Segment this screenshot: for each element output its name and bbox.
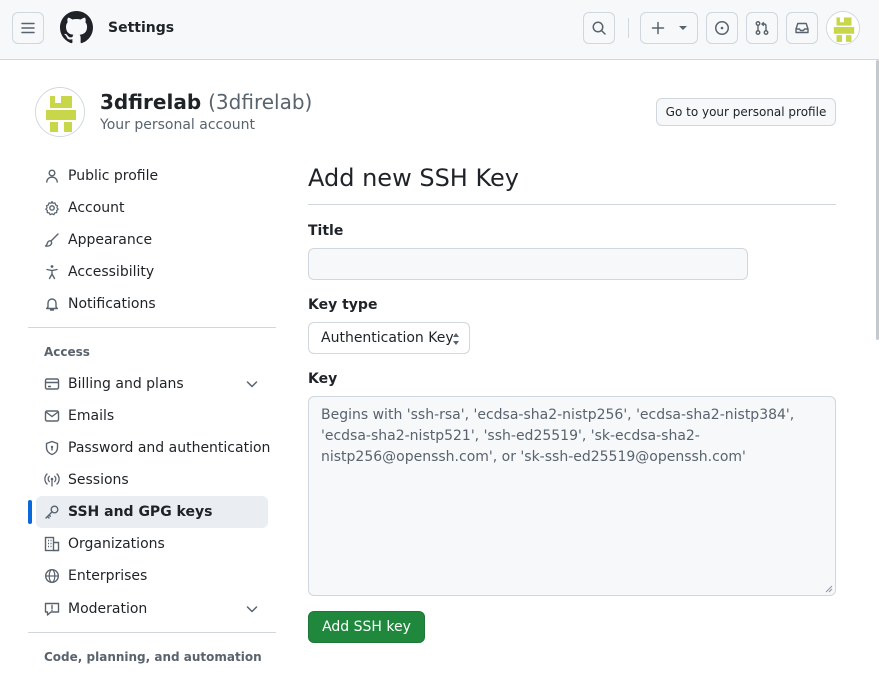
sidebar-item-label: Password and authentication xyxy=(68,440,271,456)
title-label: Title xyxy=(308,223,344,239)
sidebar-item-public-profile[interactable]: Public profile xyxy=(36,160,268,192)
sidebar-item-label: Emails xyxy=(68,408,115,424)
app-header: Settings xyxy=(0,0,879,60)
key-type-select[interactable]: Authentication Key xyxy=(308,322,470,354)
page-title: Add new SSH Key xyxy=(308,164,519,192)
search-button[interactable] xyxy=(583,12,615,44)
sidebar-heading-access: Access xyxy=(44,345,90,359)
sidebar-item-label: Accessibility xyxy=(68,264,155,280)
select-arrows-icon xyxy=(453,333,459,345)
broadcast-icon xyxy=(44,472,60,488)
plus-icon xyxy=(651,21,665,35)
mail-icon xyxy=(44,408,60,424)
gear-icon xyxy=(44,200,60,216)
sidebar-item-appearance[interactable]: Appearance xyxy=(36,224,268,256)
accessibility-icon xyxy=(44,264,60,280)
person-icon xyxy=(44,168,60,184)
pull-requests-button[interactable] xyxy=(746,12,778,44)
sidebar-item-label: Organizations xyxy=(68,536,165,552)
shield-lock-icon xyxy=(44,440,60,456)
chevron-down-icon xyxy=(246,606,258,613)
sidebar-item-ssh-gpg-keys[interactable]: SSH and GPG keys xyxy=(36,496,268,528)
sidebar-divider xyxy=(28,632,276,633)
sidebar-item-label: Notifications xyxy=(68,296,156,312)
globe-icon xyxy=(44,568,60,584)
key-label: Key xyxy=(308,371,338,387)
sidebar-divider xyxy=(28,327,276,328)
chevron-down-icon xyxy=(246,381,258,388)
active-indicator xyxy=(28,500,32,524)
report-icon xyxy=(44,601,60,617)
sidebar-item-label: Moderation xyxy=(68,601,148,617)
sidebar-heading-code: Code, planning, and automation xyxy=(44,650,262,664)
sidebar-item-label: Account xyxy=(68,200,125,216)
resize-handle-icon[interactable] xyxy=(825,585,833,593)
title-input[interactable] xyxy=(308,248,748,280)
key-textarea[interactable]: Begins with 'ssh-rsa', 'ecdsa-sha2-nistp… xyxy=(308,396,836,596)
create-new-button[interactable] xyxy=(640,12,698,44)
account-display-name[interactable]: 3dfirelab xyxy=(100,90,201,114)
hamburger-icon xyxy=(21,22,35,34)
account-name: 3dfirelab (3dfirelab) xyxy=(100,89,312,115)
sidebar-item-label: Sessions xyxy=(68,472,129,488)
sidebar-item-sessions[interactable]: Sessions xyxy=(36,464,268,496)
title-divider xyxy=(308,204,836,205)
sidebar-item-billing[interactable]: Billing and plans xyxy=(36,368,268,400)
header-title[interactable]: Settings xyxy=(108,18,174,38)
sidebar-item-enterprises[interactable]: Enterprises xyxy=(36,560,268,592)
sidebar-item-accessibility[interactable]: Accessibility xyxy=(36,256,268,288)
inbox-icon xyxy=(795,22,809,34)
add-ssh-key-button[interactable]: Add SSH key xyxy=(308,611,425,643)
sidebar-item-label: Enterprises xyxy=(68,568,148,584)
avatar[interactable] xyxy=(826,11,860,45)
key-type-label: Key type xyxy=(308,297,378,313)
account-subtitle: Your personal account xyxy=(100,117,256,133)
go-to-profile-button[interactable]: Go to your personal profile xyxy=(656,98,836,126)
key-icon xyxy=(44,504,60,520)
issues-icon xyxy=(715,21,729,35)
inbox-button[interactable] xyxy=(786,12,818,44)
account-login: (3dfirelab) xyxy=(208,90,313,114)
caret-down-icon xyxy=(679,26,687,30)
key-type-selected: Authentication Key xyxy=(321,330,454,346)
profile-avatar xyxy=(35,87,85,137)
credit-card-icon xyxy=(44,376,60,392)
sidebar-item-account[interactable]: Account xyxy=(36,192,268,224)
sidebar-item-label: Billing and plans xyxy=(68,376,184,392)
header-divider xyxy=(628,18,629,38)
search-icon xyxy=(592,21,606,35)
sidebar-item-organizations[interactable]: Organizations xyxy=(36,528,268,560)
sidebar-item-label: Appearance xyxy=(68,232,153,248)
github-logo[interactable] xyxy=(60,11,93,44)
bell-icon xyxy=(44,296,60,312)
sidebar-item-label: Public profile xyxy=(68,168,159,184)
paintbrush-icon xyxy=(44,232,60,248)
menu-button[interactable] xyxy=(12,12,44,44)
sidebar-item-emails[interactable]: Emails xyxy=(36,400,268,432)
sidebar-item-moderation[interactable]: Moderation xyxy=(36,593,268,625)
sidebar-item-notifications[interactable]: Notifications xyxy=(36,288,268,320)
key-placeholder: Begins with 'ssh-rsa', 'ecdsa-sha2-nistp… xyxy=(321,407,795,465)
sidebar-item-label: SSH and GPG keys xyxy=(68,504,213,520)
sidebar-item-password-auth[interactable]: Password and authentication xyxy=(36,432,271,464)
pull-request-icon xyxy=(755,21,769,35)
organization-icon xyxy=(44,536,60,552)
issues-button[interactable] xyxy=(706,12,738,44)
